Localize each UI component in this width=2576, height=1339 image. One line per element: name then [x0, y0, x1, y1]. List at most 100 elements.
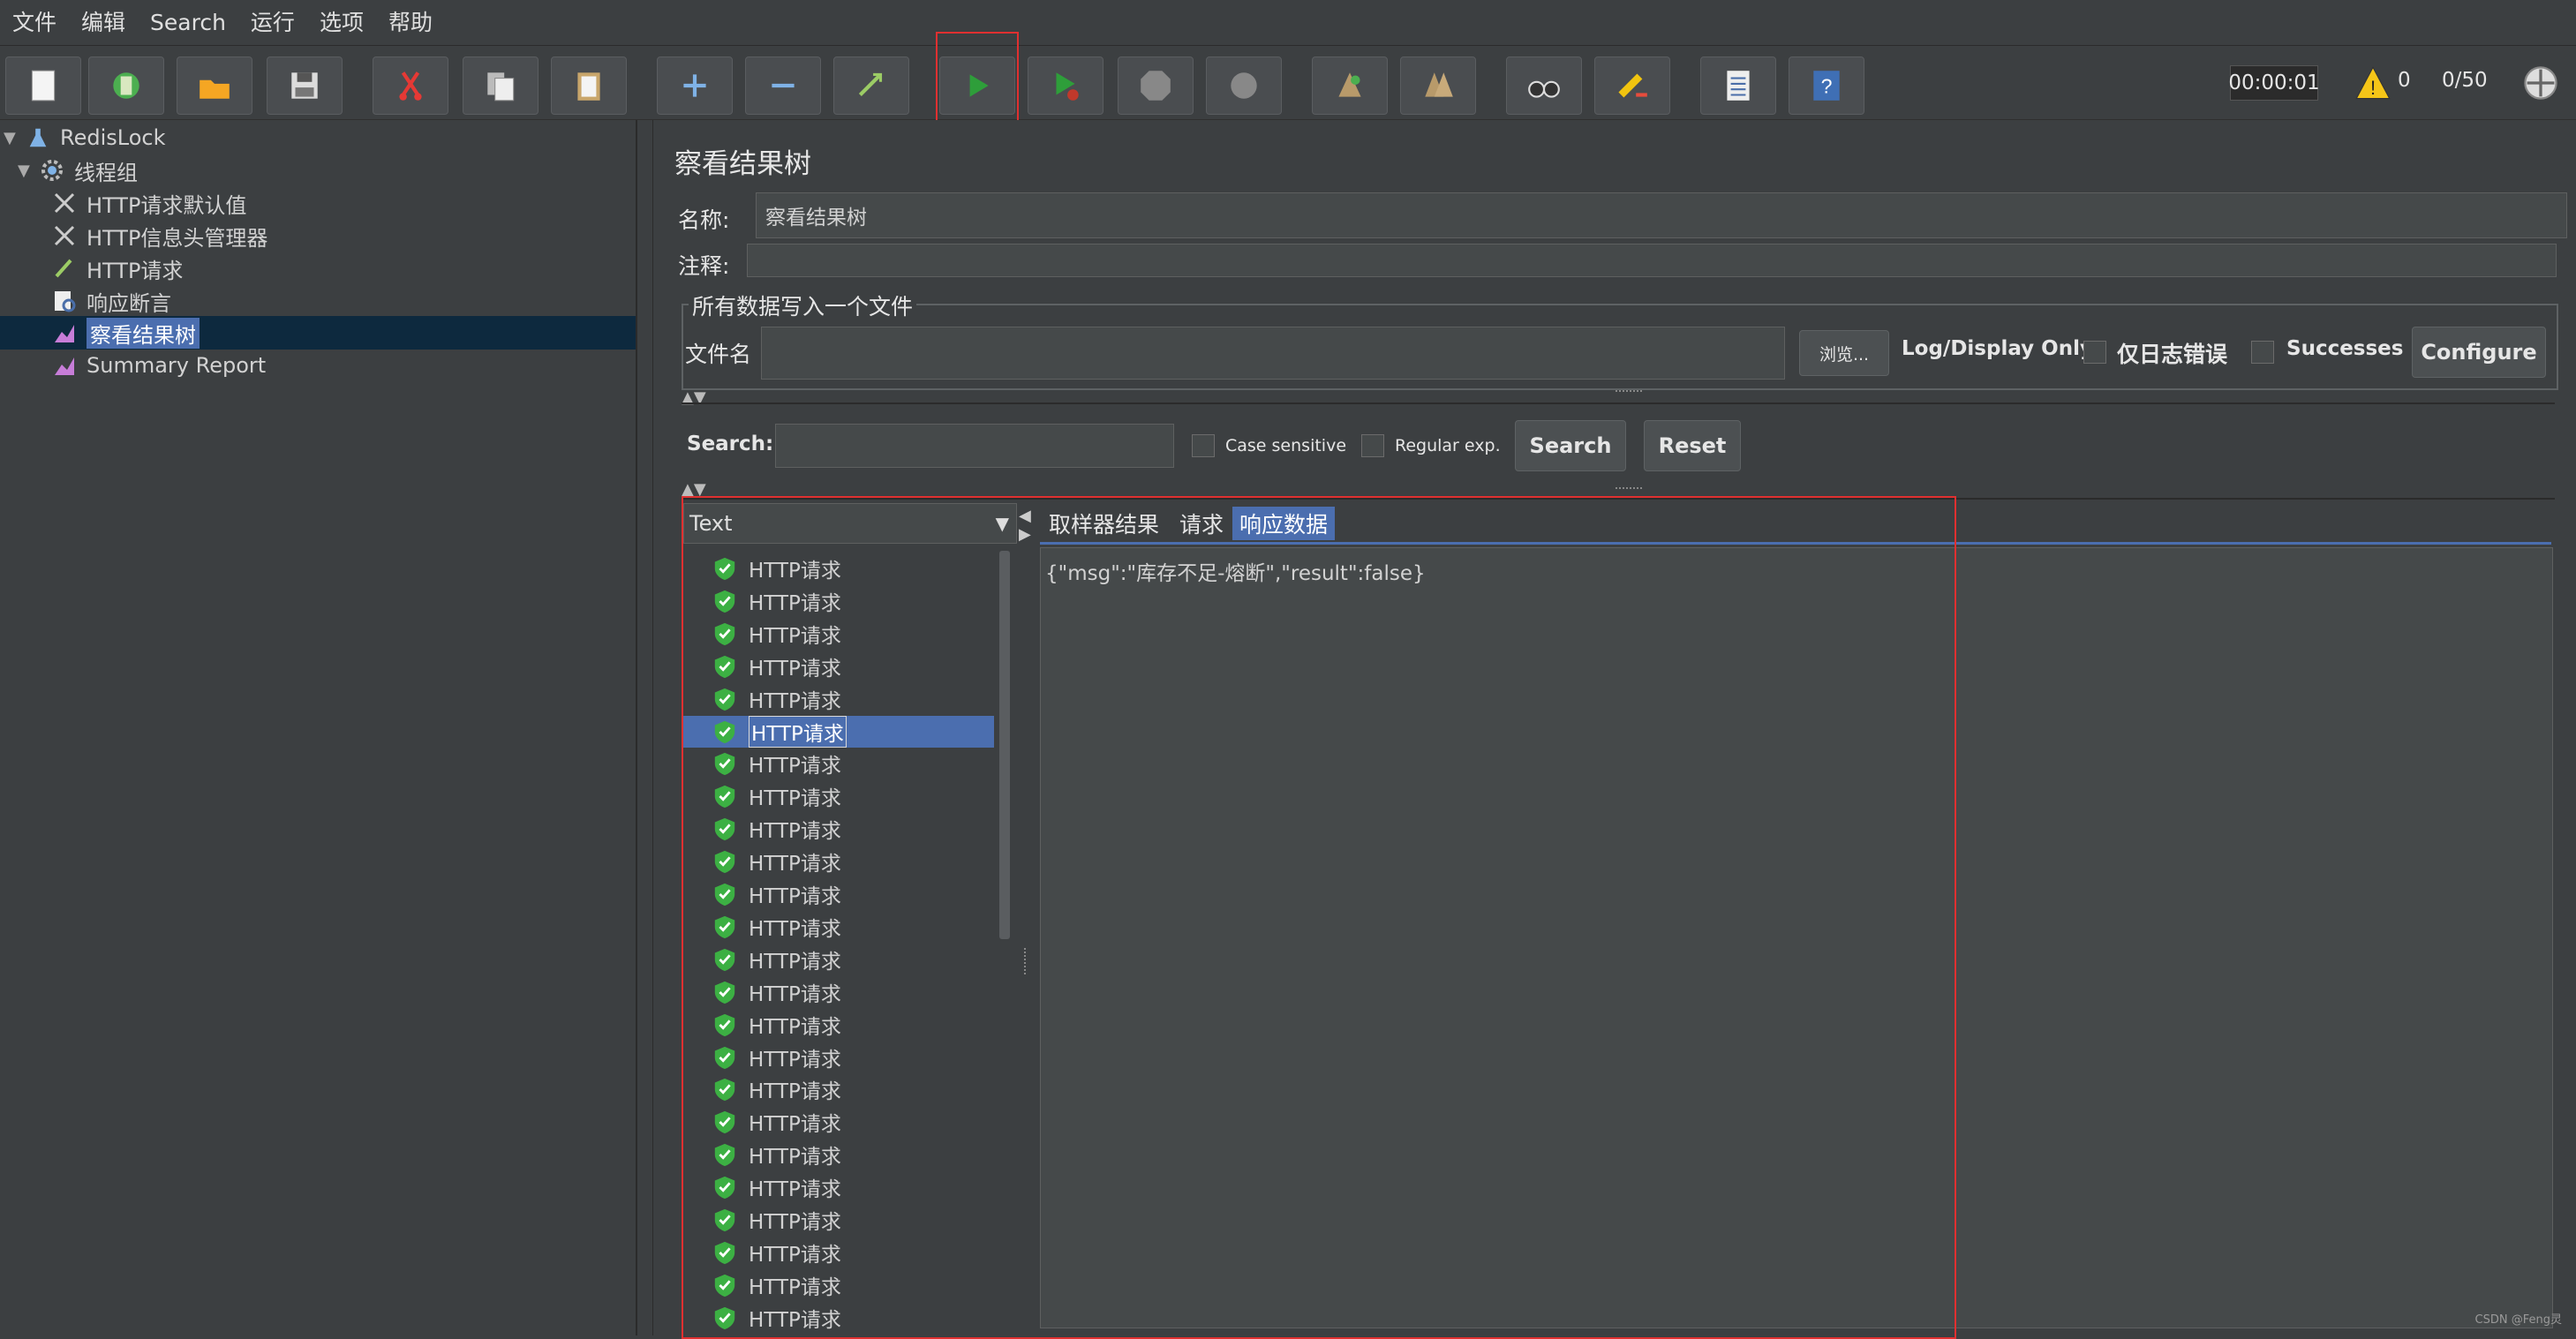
menu-run[interactable]: 运行 — [238, 0, 307, 46]
gear-icon — [37, 155, 67, 185]
menu-options[interactable]: 选项 — [307, 0, 376, 46]
chart-icon — [49, 318, 79, 348]
comment-label: 注释: — [678, 253, 730, 279]
comment-input[interactable] — [747, 244, 2557, 277]
menu-search[interactable]: Search — [138, 0, 238, 46]
tools-icon — [49, 188, 79, 218]
errors-checkbox[interactable] — [2083, 341, 2106, 364]
chart-icon — [49, 350, 79, 380]
collapse-button[interactable] — [745, 56, 821, 115]
stop-icon — [1141, 71, 1171, 101]
expand-arrow-icon[interactable]: ▼ — [18, 162, 37, 180]
paste-button[interactable] — [551, 56, 627, 115]
search-input[interactable] — [775, 424, 1174, 468]
menu-help[interactable]: 帮助 — [376, 0, 445, 46]
copy-button[interactable] — [463, 56, 539, 115]
tools-icon — [49, 221, 79, 251]
case-sensitive-label: Case sensitive — [1225, 436, 1347, 455]
assertion-icon — [49, 286, 79, 316]
clear-all-icon — [1425, 72, 1453, 97]
cut-icon — [399, 71, 422, 101]
reset-search-icon — [1618, 73, 1647, 98]
templates-button[interactable] — [88, 56, 164, 115]
tree-item-thread-group[interactable]: ▼ 线程组 — [18, 154, 138, 186]
configure-button[interactable]: Configure — [2412, 327, 2546, 378]
expand-arrow-icon[interactable]: ▼ — [4, 129, 23, 147]
browse-button[interactable]: 浏览... — [1799, 330, 1889, 376]
pen-icon — [49, 253, 79, 283]
clear-icon — [1338, 72, 1361, 97]
name-label: 名称: — [678, 207, 730, 233]
copy-icon — [487, 72, 515, 102]
warning-icon: ! — [2354, 64, 2392, 102]
panel-title: 察看结果树 — [674, 148, 811, 180]
errors-label: 仅日志错误 — [2117, 342, 2228, 367]
elapsed-timer: 00:00:01 — [2228, 65, 2320, 101]
expand-button[interactable] — [657, 56, 733, 115]
successes-label: Successes — [2286, 337, 2404, 360]
clear-all-button[interactable] — [1400, 56, 1476, 115]
menu-file[interactable]: 文件 — [0, 0, 69, 46]
run-no-pause-button[interactable] — [1028, 56, 1103, 115]
save-icon — [291, 72, 318, 99]
name-input[interactable] — [756, 192, 2567, 238]
tree-item-testplan[interactable]: ▼ RedisLock — [4, 122, 166, 154]
filename-label: 文件名 — [685, 342, 752, 367]
search-label: Search: — [687, 433, 774, 455]
shutdown-button[interactable] — [1206, 56, 1282, 115]
new-button[interactable] — [5, 56, 81, 115]
regex-label: Regular exp. — [1395, 436, 1501, 455]
results-highlight-box — [682, 496, 1956, 1339]
reset-search-button[interactable] — [1594, 56, 1670, 115]
function-helper-icon — [1727, 71, 1750, 101]
svg-text:?: ? — [1821, 74, 1833, 97]
divider — [682, 402, 2555, 404]
tree-item-summary-report[interactable]: Summary Report — [49, 350, 266, 381]
regex-checkbox[interactable] — [1361, 434, 1384, 457]
tree-item-response-assertion[interactable]: 响应断言 — [49, 285, 171, 317]
filename-input[interactable] — [761, 327, 1785, 380]
open-button[interactable] — [177, 56, 252, 115]
run-no-pause-icon — [1056, 72, 1079, 101]
tree-item-view-results-tree[interactable]: 察看结果树 — [49, 317, 200, 349]
tree-item-header-manager[interactable]: HTTP信息头管理器 — [49, 220, 267, 252]
divider-grip[interactable] — [1616, 390, 1642, 395]
clear-button[interactable] — [1312, 56, 1388, 115]
paste-icon — [577, 72, 600, 101]
open-icon — [200, 79, 230, 99]
remote-icon[interactable] — [2521, 64, 2560, 102]
collapse-icon — [772, 83, 795, 88]
divider-grip[interactable] — [1616, 487, 1642, 493]
expand-icon — [683, 74, 706, 97]
active-threads: 0/50 — [2442, 69, 2488, 92]
tree-item-http-request[interactable]: HTTP请求 — [49, 252, 183, 284]
menu-edit[interactable]: 编辑 — [69, 0, 138, 46]
svg-text:!: ! — [2370, 77, 2376, 99]
save-button[interactable] — [267, 56, 343, 115]
toggle-icon — [858, 72, 883, 96]
testplan-icon — [23, 123, 53, 153]
reset-button[interactable]: Reset — [1644, 420, 1741, 471]
new-icon — [31, 70, 56, 102]
case-sensitive-checkbox[interactable] — [1192, 434, 1215, 457]
help-icon: ? — [1813, 71, 1840, 101]
stop-button[interactable] — [1118, 56, 1194, 115]
toolbar: ? 00:00:01 ! 0 0/50 — [0, 48, 2576, 120]
successes-checkbox[interactable] — [2251, 341, 2274, 364]
log-display-label: Log/Display Only: — [1902, 337, 2102, 360]
tree-item-http-defaults[interactable]: HTTP请求默认值 — [49, 187, 246, 219]
help-button[interactable]: ? — [1789, 56, 1864, 115]
toggle-button[interactable] — [833, 56, 909, 115]
warning-count: 0 — [2398, 69, 2411, 92]
shutdown-icon — [1231, 72, 1257, 99]
cut-button[interactable] — [373, 56, 448, 115]
run-highlight-box — [936, 32, 1019, 134]
search-button[interactable]: Search — [1515, 420, 1626, 471]
function-helper-button[interactable] — [1700, 56, 1776, 115]
panel-splitter[interactable] — [639, 120, 653, 1335]
templates-icon — [113, 72, 139, 99]
search-icon — [1528, 80, 1560, 98]
menu-bar: 文件 编辑 Search 运行 选项 帮助 — [0, 0, 2576, 46]
fieldset-legend: 所有数据写入一个文件 — [689, 290, 917, 321]
search-button[interactable] — [1506, 56, 1582, 115]
